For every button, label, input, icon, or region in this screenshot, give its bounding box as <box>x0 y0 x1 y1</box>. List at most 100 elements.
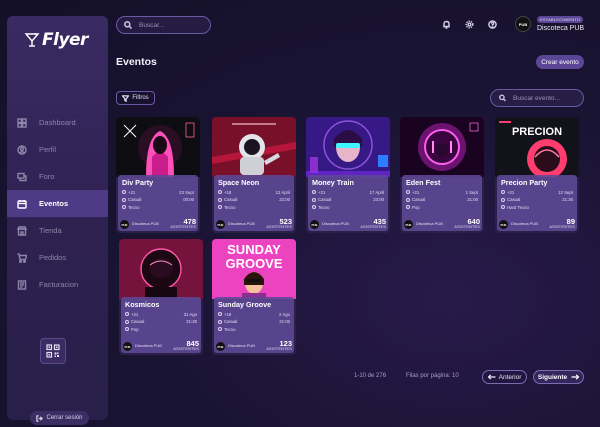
event-poster: PRECION <box>495 117 579 177</box>
event-search-input[interactable] <box>513 94 583 102</box>
attendee-label: ASISTENTES <box>170 225 196 229</box>
event-title: Eden Fest <box>406 178 441 187</box>
user-role-badge: ESTABLECIMIENTO <box>537 16 584 23</box>
music-icon <box>218 205 222 210</box>
music-icon <box>125 327 129 332</box>
logout-button[interactable]: Cerrar sesión <box>30 411 89 425</box>
event-poster <box>116 117 200 177</box>
sidebar-item-tienda[interactable]: Tienda <box>7 217 108 244</box>
attendee-label: ASISTENTES <box>549 225 575 229</box>
create-event-button[interactable]: Crear evento <box>536 55 584 69</box>
event-card-div-party[interactable]: Div Party +21 23 Sept Casual 00:00 Tecno… <box>116 117 200 233</box>
venue-name: Discoteca PUB <box>228 221 255 227</box>
event-dress: Casual <box>412 197 426 203</box>
venue-name: Discoteca PUB <box>228 343 255 349</box>
event-time: 21:00 <box>279 319 290 325</box>
help-icon[interactable] <box>488 20 497 29</box>
event-card-sunday-groove[interactable]: SUNDAY GROOVE Sunday Groove +18 2 Ago Cas… <box>212 239 296 355</box>
sidebar-item-dashboard[interactable]: Dashboard <box>7 109 108 136</box>
sidebar-item-label: Perfil <box>39 145 57 154</box>
event-date: 2 Ago <box>279 311 290 317</box>
event-card-eden-fest[interactable]: Eden Fest +21 1 Sept Casual 21:00 Pop PU… <box>400 117 484 233</box>
attendee-count: 435 <box>373 217 386 226</box>
event-card-kosmicos[interactable]: Kosmicos +21 31 Ago Casual 21:30 Pop PUB… <box>119 239 203 355</box>
event-music: Tecno <box>224 326 236 332</box>
event-poster <box>306 117 390 177</box>
sidebar-item-eventos[interactable]: Eventos <box>7 190 108 217</box>
venue-name: Discoteca PUB <box>416 221 443 227</box>
venue-name: Discoteca PUB <box>322 221 349 227</box>
age-icon <box>122 190 126 195</box>
venue-logo: PUB <box>216 220 225 229</box>
event-title: Money Train <box>312 178 354 187</box>
event-date: 31 Ago <box>183 311 197 317</box>
dress-code-icon <box>122 197 126 202</box>
event-title: Kosmicos <box>125 300 160 309</box>
attendee-count: 523 <box>279 217 292 226</box>
rows-per-page[interactable]: Filas por página: 10 <box>406 373 459 379</box>
dress-code-icon <box>218 197 222 202</box>
attendee-count: 478 <box>183 217 196 226</box>
avatar: PUB <box>515 16 531 32</box>
filters-button[interactable]: Filtros <box>116 91 155 105</box>
previous-label: Anterior <box>498 373 522 381</box>
arrow-right-icon <box>571 374 580 380</box>
forum-icon <box>16 171 28 183</box>
search-input[interactable] <box>139 21 209 29</box>
event-music: Pop <box>131 326 139 332</box>
venue-logo: PUB <box>120 220 129 229</box>
attendee-count: 89 <box>566 217 575 226</box>
sidebar-item-facturacion[interactable]: Facturacion <box>7 271 108 298</box>
logout-label: Cerrar sesión <box>46 415 83 421</box>
event-dress: Casual <box>507 197 521 203</box>
sidebar-item-label: Foro <box>39 172 55 181</box>
bell-icon[interactable] <box>442 20 451 29</box>
event-age: +21 <box>318 189 326 195</box>
event-music: Tecno <box>224 204 236 210</box>
event-age: +21 <box>131 311 139 317</box>
user-menu[interactable]: PUB ESTABLECIMIENTO Discoteca PUB <box>515 16 584 32</box>
arrow-left-icon <box>487 374 496 380</box>
event-dress: Casual <box>224 319 238 325</box>
event-time: 21:30 <box>186 319 197 325</box>
sidebar-item-pedidos[interactable]: Pedidos <box>7 244 108 271</box>
venue-logo: PUB <box>216 342 225 351</box>
event-search[interactable] <box>490 89 584 107</box>
event-card-precion-party[interactable]: PRECION Precion Party +21 12 Sept Casual… <box>495 117 579 233</box>
gear-icon[interactable] <box>465 20 474 29</box>
age-icon <box>125 312 129 317</box>
event-card-money-train[interactable]: Money Train +21 17 April Casual 23:00 Te… <box>306 117 390 233</box>
attendee-label: ASISTENTES <box>173 347 199 351</box>
svg-text:GROOVE: GROOVE <box>225 256 282 271</box>
user-name: Discoteca PUB <box>537 25 585 32</box>
next-page-button[interactable]: Siguiente <box>533 370 584 384</box>
event-card-space-neon[interactable]: Space Neon +18 12 April Casual 22:00 Tec… <box>212 117 296 233</box>
attendee-label: ASISTENTES <box>266 347 292 351</box>
venue-logo: PUB <box>310 220 319 229</box>
event-music: Hard Tecno <box>507 204 529 210</box>
attendee-label: ASISTENTES <box>266 225 292 229</box>
global-search[interactable] <box>116 16 211 34</box>
event-poster <box>400 117 484 177</box>
attendee-label: ASISTENTES <box>454 225 480 229</box>
event-poster <box>119 239 203 299</box>
dress-code-icon <box>501 197 505 202</box>
event-poster: SUNDAY GROOVE <box>212 239 296 299</box>
attendee-count: 640 <box>467 217 480 226</box>
venue-name: Discoteca PUB <box>511 221 538 227</box>
qr-code-button[interactable] <box>40 338 66 364</box>
filters-label: Filtros <box>132 95 149 101</box>
venue-logo: PUB <box>123 342 132 351</box>
sidebar-item-foro[interactable]: Foro <box>7 163 108 190</box>
sidebar-item-perfil[interactable]: Perfil <box>7 136 108 163</box>
age-icon <box>406 190 410 195</box>
attendee-count: 845 <box>186 339 199 348</box>
event-time: 23:00 <box>373 197 384 203</box>
music-icon <box>312 205 316 210</box>
sidebar-item-label: Facturacion <box>39 280 79 289</box>
event-time: 22:00 <box>279 197 290 203</box>
cocktail-icon <box>24 32 40 48</box>
brand-logo[interactable]: Flyer <box>24 30 88 50</box>
previous-page-button[interactable]: Anterior <box>482 370 527 384</box>
dress-code-icon <box>312 197 316 202</box>
